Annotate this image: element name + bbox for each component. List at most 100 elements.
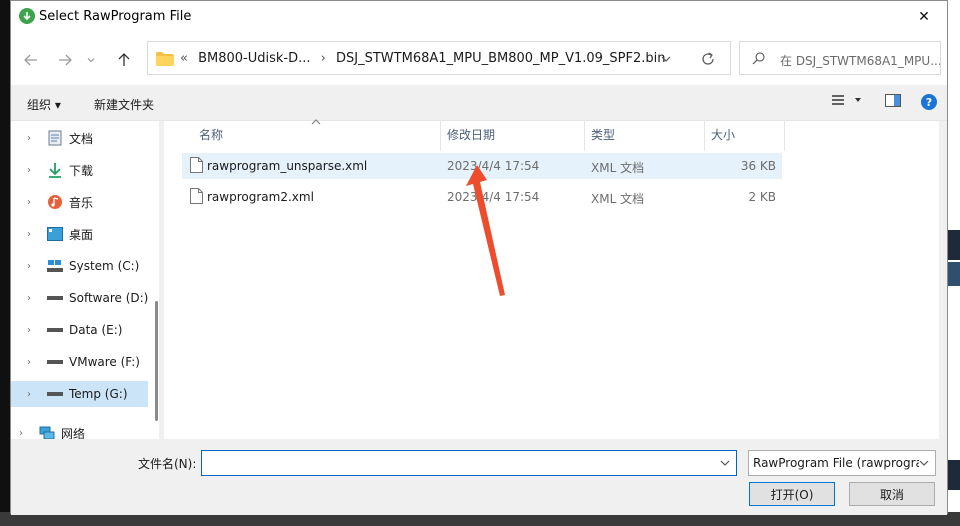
expand-chevron-icon[interactable]: › [11, 133, 31, 144]
column-header-modified[interactable]: 修改日期 [447, 121, 495, 147]
file-name: rawprogram2.xml [207, 190, 314, 204]
sidebar-item-network[interactable]: › 网络 [11, 420, 140, 439]
recent-locations-button[interactable] [83, 48, 99, 72]
expand-chevron-icon[interactable]: › [11, 428, 23, 439]
column-header-name[interactable]: 名称 [199, 121, 223, 147]
up-arrow-icon [118, 53, 130, 66]
chevron-down-icon[interactable] [720, 459, 730, 467]
help-button[interactable]: ? [921, 94, 937, 110]
file-icon [190, 188, 203, 204]
forward-button[interactable] [53, 48, 77, 72]
expand-chevron-icon[interactable]: › [11, 357, 31, 368]
sidebar-item-software-drive[interactable]: › Software (D:) [11, 285, 148, 311]
window-title: Select RawProgram File [39, 9, 192, 24]
help-icon: ? [921, 94, 937, 110]
file-size: 36 KB [740, 159, 776, 173]
file-dialog: Select RawProgram File ✕ « BM800-Udisk-D… [10, 0, 948, 515]
refresh-icon[interactable] [700, 51, 716, 67]
sidebar-item-label: System (C:) [69, 259, 140, 273]
column-divider[interactable] [584, 121, 585, 151]
filetype-selected: RawProgram File (rawprogra [753, 456, 923, 470]
background-window-right [948, 0, 960, 526]
svg-text:?: ? [926, 96, 932, 109]
forward-arrow-icon [59, 54, 72, 66]
sidebar-item-downloads[interactable]: › 下载 [11, 157, 148, 183]
up-button[interactable] [112, 48, 136, 72]
back-arrow-icon [24, 54, 37, 66]
sidebar-item-desktop[interactable]: › 桌面 [11, 221, 148, 247]
navigation-bar: « BM800-Udisk-D... › DSJ_STWTM68A1_MPU_B… [11, 33, 947, 85]
column-divider[interactable] [784, 121, 785, 151]
close-button[interactable]: ✕ [901, 1, 947, 33]
network-icon [39, 425, 55, 439]
navigation-pane: › 文档 › 下载 › 音乐 › 桌面 › System (C:) › Soft… [11, 121, 159, 439]
search-box[interactable]: 在 DSJ_STWTM68A1_MPU... [739, 41, 941, 75]
drive-icon [47, 322, 63, 338]
breadcrumb[interactable]: « BM800-Udisk-D... › DSJ_STWTM68A1_MPU_B… [180, 51, 672, 66]
sidebar-item-label: VMware (F:) [69, 355, 140, 369]
breadcrumb-separator: › [320, 51, 326, 66]
column-header-type[interactable]: 类型 [591, 121, 615, 147]
breadcrumb-overflow[interactable]: « [180, 51, 188, 66]
breadcrumb-current[interactable]: DSJ_STWTM68A1_MPU_BM800_MP_V1.09_SPF2.bi… [336, 51, 666, 66]
sidebar-item-documents[interactable]: › 文档 [11, 125, 148, 151]
search-placeholder: 在 DSJ_STWTM68A1_MPU... [780, 54, 940, 68]
breadcrumb-parent[interactable]: BM800-Udisk-D... [198, 51, 310, 66]
background-window-left [0, 0, 10, 526]
file-modified: 2023/4/4 17:54 [447, 190, 540, 204]
sort-ascending-icon [311, 119, 321, 125]
chevron-down-icon [855, 98, 861, 102]
file-row[interactable]: rawprogram_unsparse.xml 2023/4/4 17:54 X… [182, 153, 782, 179]
file-row[interactable]: rawprogram2.xml 2023/4/4 17:54 XML 文档 2 … [182, 184, 782, 210]
sidebar-item-vmware-drive[interactable]: › VMware (F:) [11, 349, 148, 375]
column-divider[interactable] [440, 121, 441, 151]
sidebar-scrollbar[interactable] [155, 301, 158, 421]
sidebar-item-label: Temp (G:) [69, 387, 128, 401]
new-folder-button[interactable]: 新建文件夹 [94, 96, 154, 113]
filename-field[interactable] [201, 450, 737, 476]
column-divider[interactable] [704, 121, 705, 151]
expand-chevron-icon[interactable]: › [11, 197, 31, 208]
sidebar-item-music[interactable]: › 音乐 [11, 189, 148, 215]
folder-icon [156, 52, 174, 66]
expand-chevron-icon[interactable]: › [11, 293, 31, 304]
open-button[interactable]: 打开(O) [749, 482, 835, 506]
documents-icon [47, 130, 63, 146]
expand-chevron-icon[interactable]: › [11, 389, 31, 400]
expand-chevron-icon[interactable]: › [11, 165, 31, 176]
sidebar-item-temp-drive[interactable]: › Temp (G:) [11, 381, 148, 407]
app-download-icon [19, 8, 35, 24]
address-history-chevron-icon[interactable] [660, 53, 672, 65]
command-bar: 组织 ▾ 新建文件夹 ? [11, 85, 947, 121]
filename-input[interactable] [206, 452, 716, 474]
desktop-icon [47, 226, 63, 242]
organize-menu[interactable]: 组织 ▾ [27, 96, 61, 113]
sidebar-item-label: 桌面 [69, 227, 94, 242]
search-icon [752, 52, 765, 65]
file-name: rawprogram_unsparse.xml [207, 159, 368, 173]
address-bar[interactable]: « BM800-Udisk-D... › DSJ_STWTM68A1_MPU_B… [147, 41, 731, 75]
drive-icon [47, 386, 63, 402]
sidebar-item-data-drive[interactable]: › Data (E:) [11, 317, 148, 343]
view-options-button[interactable] [831, 94, 863, 106]
chevron-down-icon [919, 459, 929, 467]
details-view-icon [832, 95, 844, 105]
file-list: 名称 修改日期 类型 大小 rawprogram_unsparse.xml 20… [164, 119, 939, 439]
filename-label: 文件名(N): [138, 457, 197, 471]
cancel-button[interactable]: 取消 [849, 482, 935, 506]
expand-chevron-icon[interactable]: › [11, 229, 31, 240]
dialog-footer: 文件名(N): RawProgram File (rawprogra 打开(O)… [11, 439, 947, 515]
filetype-select[interactable]: RawProgram File (rawprogra [748, 450, 936, 476]
back-button[interactable] [19, 48, 43, 72]
close-icon: ✕ [918, 9, 930, 25]
expand-chevron-icon[interactable]: › [11, 325, 31, 336]
sidebar-item-label: Data (E:) [69, 323, 123, 337]
sidebar-item-system-drive[interactable]: › System (C:) [11, 253, 148, 279]
preview-pane-button[interactable] [885, 94, 901, 107]
sidebar-item-label: 文档 [69, 131, 94, 146]
file-type: XML 文档 [591, 192, 645, 206]
column-header-size[interactable]: 大小 [711, 121, 735, 147]
chevron-down-icon [87, 58, 95, 63]
sidebar-item-label: Software (D:) [69, 291, 149, 305]
expand-chevron-icon[interactable]: › [11, 261, 31, 272]
